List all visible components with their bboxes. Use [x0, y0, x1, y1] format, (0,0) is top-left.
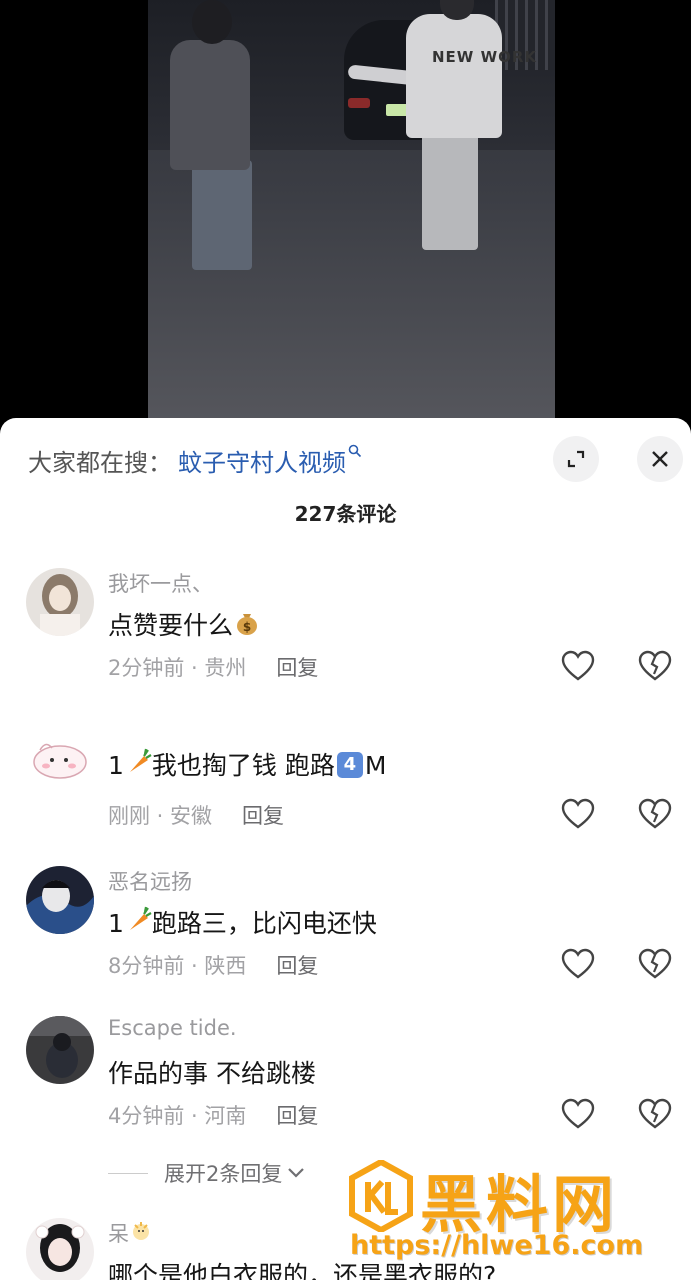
chick-icon: [129, 1219, 153, 1248]
number-emoji-badge: 4: [336, 752, 363, 778]
close-icon: [652, 451, 668, 467]
broken-heart-icon: [638, 1098, 672, 1129]
comment-text: 1 我也掏了钱 跑路 4 M: [108, 746, 386, 784]
search-prefix: 大家都在搜：: [28, 448, 172, 477]
heart-icon: [561, 1098, 595, 1129]
heart-icon: [561, 948, 595, 979]
like-button[interactable]: [561, 650, 595, 682]
comment-panel: 大家都在搜： 蚊子守村人视频 227条评论 我坏一点、 点赞要什么 $ 2分钟前…: [0, 418, 691, 1280]
shirt-print: NEW WORK: [432, 48, 538, 66]
avatar[interactable]: [26, 568, 94, 636]
comment-meta: 刚刚 · 安徽 回复: [108, 804, 285, 828]
person-dark-jacket: [170, 40, 250, 170]
carrot-icon: [124, 748, 152, 782]
carrot-icon: [124, 906, 152, 940]
avatar[interactable]: [26, 866, 94, 934]
svg-text:$: $: [243, 620, 251, 634]
like-button[interactable]: [561, 948, 595, 980]
dislike-button[interactable]: [638, 798, 672, 830]
comment-meta: 4分钟前 · 河南 回复: [108, 1104, 319, 1128]
watermark-url: https://hlwe16.com: [350, 1230, 644, 1261]
comment-meta: 8分钟前 · 陕西 回复: [108, 954, 319, 978]
chevron-down-icon: [288, 1168, 305, 1178]
page: NEW WORK 大家都在搜： 蚊子守村人视频 227条评论 我坏一点、 点赞要…: [0, 0, 691, 1280]
heart-icon: [561, 650, 595, 681]
watermark-logo: [349, 1160, 413, 1232]
fullscreen-button[interactable]: [553, 436, 599, 482]
video-player[interactable]: NEW WORK: [0, 0, 691, 440]
expand-replies-button[interactable]: 展开2条回复: [108, 1158, 306, 1188]
comment-text: 作品的事 不给跳楼: [108, 1059, 316, 1088]
dislike-button[interactable]: [638, 1098, 672, 1130]
reply-button[interactable]: 回复: [276, 656, 318, 680]
comment-text: 点赞要什么 $: [108, 606, 261, 644]
comment-username[interactable]: Escape tide.: [108, 1016, 237, 1040]
money-bag-icon: $: [233, 608, 261, 642]
reply-button[interactable]: 回复: [276, 954, 318, 978]
expand-icon: [567, 450, 585, 468]
broken-heart-icon: [638, 948, 672, 979]
avatar[interactable]: [26, 1218, 94, 1280]
person-white-shirt: [406, 14, 502, 138]
video-frame: NEW WORK: [148, 0, 555, 420]
like-button[interactable]: [561, 798, 595, 830]
broken-heart-icon: [638, 650, 672, 681]
reply-button[interactable]: 回复: [242, 804, 284, 828]
heart-icon: [561, 798, 595, 829]
close-button[interactable]: [637, 436, 683, 482]
comment-username[interactable]: 我坏一点、: [108, 568, 213, 598]
search-term-link[interactable]: 蚊子守村人视频: [178, 443, 346, 478]
avatar[interactable]: [26, 726, 94, 794]
watermark: 黑料网 https://hlwe16.com: [344, 1158, 684, 1276]
search-icon: [348, 443, 362, 462]
dislike-button[interactable]: [638, 650, 672, 682]
comment-username[interactable]: 呆: [108, 1218, 153, 1250]
comment-meta: 2分钟前 · 贵州 回复: [108, 656, 319, 680]
reply-button[interactable]: 回复: [276, 1104, 318, 1128]
search-suggestion[interactable]: 大家都在搜： 蚊子守村人视频: [28, 442, 362, 478]
comment-count: 227条评论: [294, 502, 397, 526]
comment-text: 1 跑路三，比闪电还快: [108, 904, 377, 942]
like-button[interactable]: [561, 1098, 595, 1130]
comment-username[interactable]: 恶名远扬: [108, 866, 192, 896]
avatar[interactable]: [26, 1016, 94, 1084]
dislike-button[interactable]: [638, 948, 672, 980]
broken-heart-icon: [638, 798, 672, 829]
